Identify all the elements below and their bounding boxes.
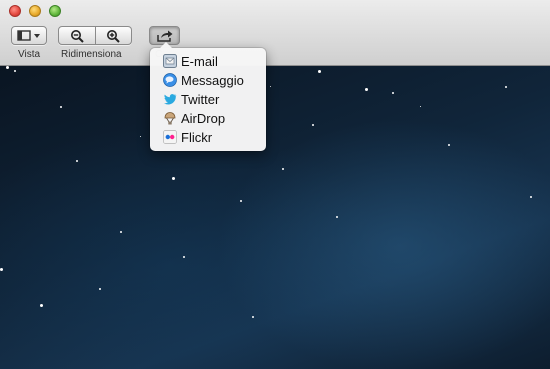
star	[0, 268, 3, 271]
share-menu-item-flickr[interactable]: Flickr	[163, 128, 212, 146]
share-menu-item-label: E-mail	[181, 53, 218, 69]
star	[420, 106, 421, 107]
close-window-button[interactable]	[9, 5, 21, 17]
star	[60, 106, 62, 108]
star	[14, 70, 16, 72]
mail-icon	[163, 54, 177, 68]
resize-label: Ridimensiona	[61, 49, 122, 60]
star	[530, 196, 532, 198]
star	[365, 88, 368, 91]
star	[140, 136, 141, 137]
share-menu-item-airdrop[interactable]: AirDrop	[163, 109, 225, 127]
star	[448, 144, 450, 146]
star	[312, 124, 314, 126]
star	[318, 70, 321, 73]
zoom-out-button[interactable]	[58, 26, 96, 45]
share-menu-item-label: AirDrop	[181, 110, 226, 126]
star	[6, 66, 9, 69]
star	[120, 231, 122, 233]
view-button[interactable]	[11, 26, 47, 45]
star	[183, 256, 185, 258]
resize-control	[58, 26, 132, 45]
share-menu-item-label: Messaggio	[181, 72, 244, 88]
star	[99, 288, 101, 290]
star	[172, 177, 175, 180]
share-menu-item-label: Twitter	[181, 91, 220, 107]
zoom-window-button[interactable]	[49, 5, 61, 17]
star	[240, 200, 242, 202]
airdrop-icon	[163, 111, 177, 125]
twitter-icon	[163, 92, 177, 106]
star	[336, 216, 338, 218]
image-canvas	[0, 66, 550, 369]
messages-icon	[163, 73, 177, 87]
window-toolbar: Vista Ridimensiona C	[0, 0, 550, 66]
share-menu: E-mail Messaggio Twitter AirDrop Flickr	[150, 42, 266, 151]
share-menu-item-message[interactable]: Messaggio	[163, 71, 244, 89]
star	[40, 304, 43, 307]
star	[270, 86, 271, 87]
share-menu-item-twitter[interactable]: Twitter	[163, 90, 219, 108]
star	[252, 316, 254, 318]
share-menu-item-label: Flickr	[181, 129, 213, 145]
share-icon	[156, 30, 172, 42]
flickr-icon	[163, 130, 177, 144]
share-menu-item-email[interactable]: E-mail	[163, 52, 218, 70]
star	[282, 168, 284, 170]
sidebar-icon	[17, 30, 40, 41]
zoom-in-icon	[107, 29, 120, 43]
star	[505, 86, 507, 88]
star	[392, 92, 394, 94]
minimize-window-button[interactable]	[29, 5, 41, 17]
zoom-out-icon	[70, 29, 84, 43]
zoom-in-button[interactable]	[95, 26, 132, 45]
view-label: Vista	[18, 49, 41, 60]
star	[76, 160, 78, 162]
